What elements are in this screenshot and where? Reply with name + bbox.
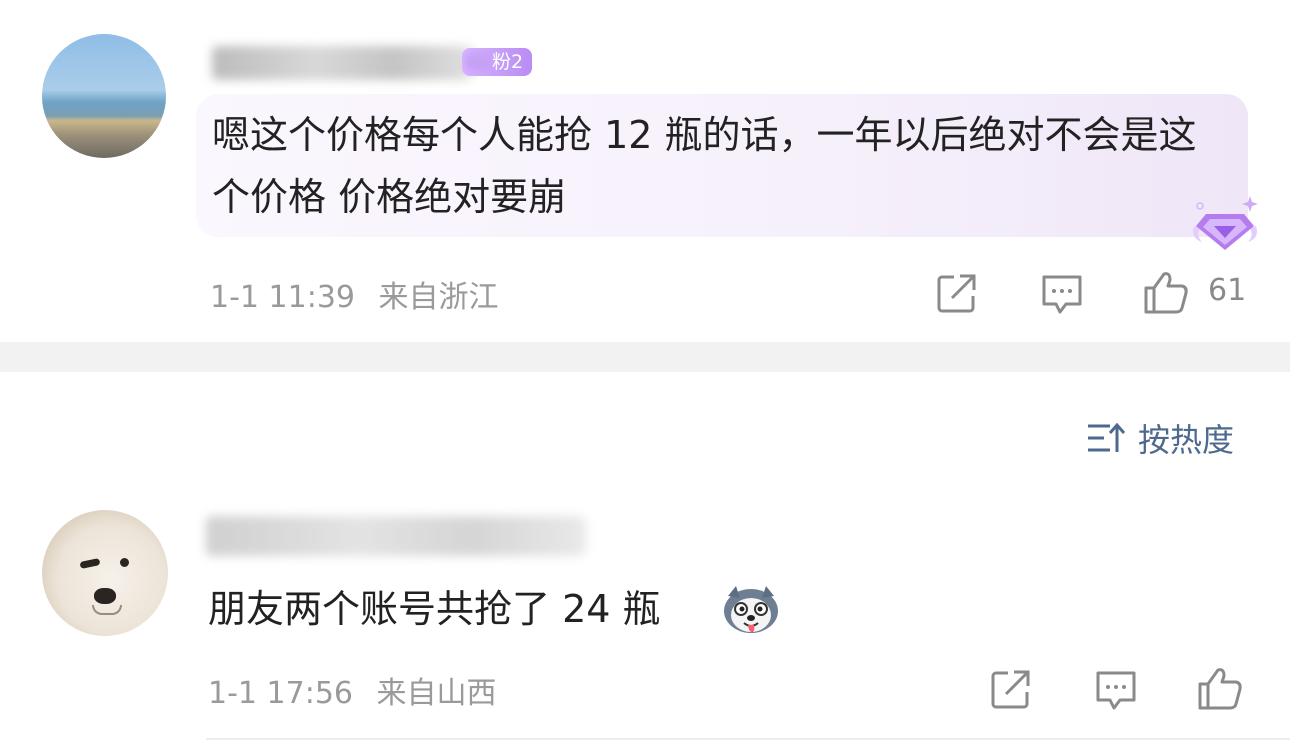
avatar-mouth (92, 605, 122, 615)
husky-emoji-icon (724, 586, 778, 633)
comment-location: 来自山西 (376, 676, 497, 711)
comment-time: 1-1 17:56 (208, 676, 353, 711)
avatar-eye (120, 558, 129, 567)
comment-meta: 1-1 17:56 来自山西 (208, 668, 497, 712)
list-divider (206, 738, 1290, 740)
avatar-nose (94, 588, 116, 604)
section-divider (0, 342, 1290, 372)
comment-icon[interactable] (1094, 668, 1138, 712)
comment-meta: 1-1 11:39 来自浙江 (210, 272, 499, 316)
avatar[interactable] (42, 510, 168, 636)
comment-time: 1-1 11:39 (210, 280, 355, 315)
share-icon[interactable] (990, 668, 1032, 710)
thumbs-up-icon[interactable] (1196, 664, 1244, 712)
username-redacted[interactable] (206, 516, 586, 556)
sort-toggle[interactable]: 按热度 (1086, 418, 1235, 459)
like-count: 61 (1208, 273, 1247, 308)
sort-icon (1088, 422, 1126, 452)
comment-item: 朋友两个账号共抢了 24 瓶 1-1 17:56 来自山西 (0, 0, 1290, 711)
comment-location: 来自浙江 (378, 280, 499, 315)
share-icon[interactable] (936, 272, 978, 314)
sort-label: 按热度 (1138, 421, 1235, 459)
avatar-eye (79, 557, 101, 570)
thumbs-up-icon[interactable] (1142, 268, 1190, 316)
comment-icon[interactable] (1040, 272, 1084, 316)
comment-text: 朋友两个账号共抢了 24 瓶 (208, 587, 661, 631)
